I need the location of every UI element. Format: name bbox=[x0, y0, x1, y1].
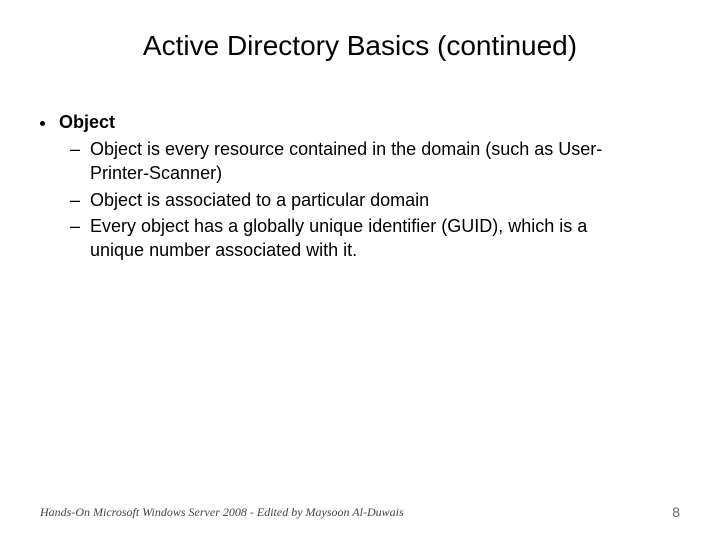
sub-text: Every object has a globally unique ident… bbox=[90, 214, 630, 263]
slide-title: Active Directory Basics (continued) bbox=[0, 30, 720, 62]
sub-list: – Object is every resource contained in … bbox=[40, 137, 680, 262]
footer: Hands-On Microsoft Windows Server 2008 -… bbox=[40, 504, 680, 520]
sub-item: – Object is associated to a particular d… bbox=[70, 188, 680, 212]
footer-text: Hands-On Microsoft Windows Server 2008 -… bbox=[40, 505, 404, 520]
sub-text: Object is every resource contained in th… bbox=[90, 137, 630, 186]
sub-text: Object is associated to a particular dom… bbox=[90, 188, 429, 212]
dash-icon: – bbox=[70, 137, 80, 161]
sub-item: – Every object has a globally unique ide… bbox=[70, 214, 680, 263]
page-number: 8 bbox=[672, 504, 680, 520]
dash-icon: – bbox=[70, 188, 80, 212]
bullet-item: Object bbox=[40, 112, 680, 133]
sub-item: – Object is every resource contained in … bbox=[70, 137, 680, 186]
dash-icon: – bbox=[70, 214, 80, 238]
content-area: Object – Object is every resource contai… bbox=[0, 112, 720, 262]
bullet-heading: Object bbox=[59, 112, 115, 133]
bullet-marker-icon bbox=[40, 121, 45, 126]
